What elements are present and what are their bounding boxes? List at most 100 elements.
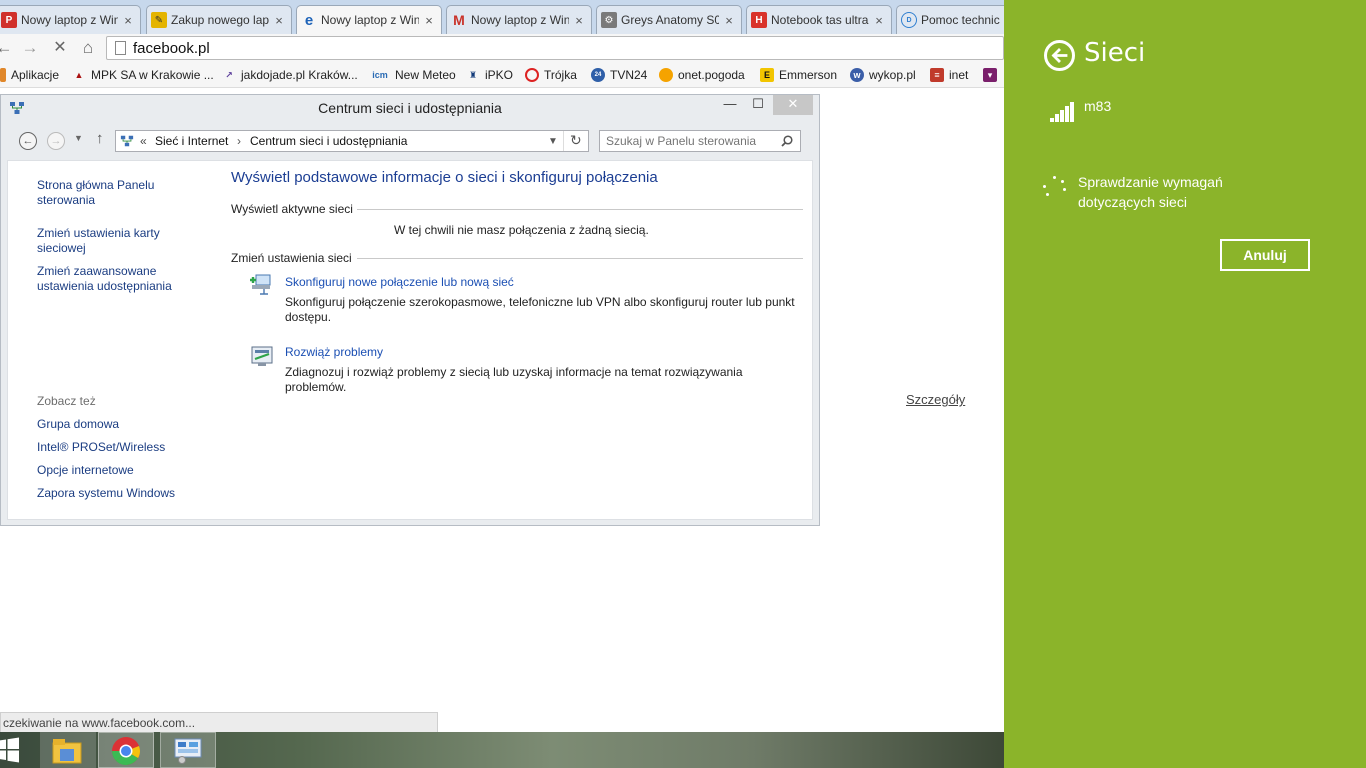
browser-tab[interactable]: H Notebook tas ultra × [746,5,892,34]
home-icon[interactable]: ⌂ [78,38,98,58]
minimize-button[interactable]: — [717,95,743,115]
details-link[interactable]: Szczegóły [906,392,965,407]
browser-tab[interactable]: P Nowy laptop z Win × [0,5,141,34]
see-also-internet-options[interactable]: Opcje internetowe [37,463,187,478]
back-circle-icon[interactable]: ← [19,132,37,150]
gmail-icon: M [453,12,465,28]
forward-arrow-icon[interactable]: → [20,38,40,58]
onet-icon [659,68,673,82]
active-networks-header: Wyświetl aktywne sieci [231,202,353,216]
tab-title: Nowy laptop z Win [21,13,118,27]
up-arrow-icon[interactable]: ↑ [96,130,104,147]
route-icon: ↗ [225,69,233,80]
taskbar-file-explorer[interactable] [40,732,96,768]
sidebar-link-adapter-settings[interactable]: Zmień ustawienia karty sieciowej [37,226,187,256]
dell-icon: D [901,12,917,28]
search-box[interactable] [599,130,801,152]
change-settings-header: Zmień ustawienia sieci [231,251,352,265]
bookmark-label: jakdojade.pl Kraków... [241,68,358,82]
start-button[interactable] [0,732,30,768]
tab-close-icon[interactable]: × [723,13,735,28]
path-dropdown-icon[interactable]: ▼ [548,136,558,147]
sidebar-link-advanced-sharing[interactable]: Zmień zaawansowane ustawienia udostępnia… [37,264,187,294]
see-also-homegroup[interactable]: Grupa domowa [37,417,187,432]
bookmark-wykop[interactable]: w wykop.pl [850,66,916,84]
bookmark-label: New Meteo [395,68,456,82]
tab-title: Zakup nowego lap [171,13,269,27]
see-also-windows-firewall[interactable]: Zapora systemu Windows [37,486,187,501]
bookmark-label: iPKO [485,68,514,82]
tab-close-icon[interactable]: × [423,13,435,28]
bookmark-mpk[interactable]: ▲ MPK SA w Krakowie ... [72,66,214,84]
troubleshoot-description: Zdiagnozuj i rozwiąż problemy z siecią l… [285,365,743,394]
start-icon [0,737,19,763]
back-arrow-icon [1051,48,1068,63]
page-icon [115,41,126,55]
status-bubble: czekiwanie na www.facebook.com... [0,712,438,733]
troubleshoot-icon [251,346,273,366]
taskbar [0,732,1004,768]
maximize-button[interactable]: ☐ [745,95,771,115]
section-divider [357,258,803,259]
browser-tab-active[interactable]: e Nowy laptop z Win × [296,5,442,34]
bookmark-onet[interactable]: onet.pogoda [659,66,745,84]
trojka-icon [525,68,539,82]
cancel-button[interactable]: Anuluj [1220,239,1310,271]
search-input[interactable] [606,132,776,150]
tab-title: Nowy laptop z Win [471,13,569,27]
tab-title: Nowy laptop z Win [321,13,419,27]
bookmark-tvn24[interactable]: 24 TVN24 [591,66,647,84]
tram-icon: ▲ [74,70,84,80]
bookmark-trojka[interactable]: Trójka [525,66,577,84]
browser-tab[interactable]: ⚙ Greys Anatomy S0 × [596,5,742,34]
setup-new-connection-link[interactable]: Skonfiguruj nowe połączenie lub nową sie… [285,275,514,289]
recent-dropdown-icon[interactable]: ▼ [74,133,83,143]
bookmark-apps[interactable]: Aplikacje [0,66,59,84]
back-arrow-icon[interactable]: ← [0,38,14,58]
bookmarks-bar: Aplikacje ▲ MPK SA w Krakowie ... ↗ jakd… [0,62,1004,88]
bookmark-label: TVN24 [610,68,648,82]
tab-close-icon[interactable]: × [573,13,585,28]
address-bar[interactable]: facebook.pl [106,36,1004,60]
bookmark-label: Trójka [544,68,577,82]
page-heading: Wyświetl podstawowe informacje o sieci i… [231,169,658,186]
wifi-signal-icon [1050,102,1076,122]
close-button[interactable]: ✕ [773,95,813,115]
bookmark-label: MPK SA w Krakowie ... [91,68,214,82]
breadcrumb-separator[interactable]: › [237,134,241,148]
control-panel-icon [174,738,202,764]
wykop-icon: w [850,68,864,82]
bookmark-icm[interactable]: icm New Meteo [370,66,456,84]
window-titlebar[interactable]: Centrum sieci i udostępniania — ☐ ✕ [1,95,819,122]
bookmark-extra[interactable]: ▾ [983,66,1002,84]
taskbar-control-panel[interactable] [160,732,216,768]
network-name[interactable]: m83 [1084,98,1111,114]
see-also-intel-proset[interactable]: Intel® PROSet/Wireless [37,440,187,455]
bookmark-inet[interactable]: ≡ inet [930,66,968,84]
stop-icon[interactable]: ✕ [50,38,70,58]
bookmark-jakdojade[interactable]: ↗ jakdojade.pl Kraków... [222,66,358,84]
refresh-icon[interactable]: ↻ [570,132,582,149]
emmerson-icon: E [760,68,774,82]
file-explorer-icon [52,739,82,764]
browser-tab[interactable]: ✎ Zakup nowego lap × [146,5,292,34]
taskbar-chrome[interactable] [98,732,154,768]
tab-close-icon[interactable]: × [873,13,885,28]
tab-close-icon[interactable]: × [122,13,134,28]
browser-tab[interactable]: M Nowy laptop z Win × [446,5,592,34]
tab-close-icon[interactable]: × [273,13,285,28]
forward-circle-icon[interactable]: → [47,132,65,150]
sidebar-link-control-panel-home[interactable]: Strona główna Panelu sterowania [37,178,187,208]
troubleshoot-link[interactable]: Rozwiąż problemy [285,345,383,359]
bookmark-emmerson[interactable]: E Emmerson [760,66,837,84]
content-pane: Strona główna Panelu sterowania Zmień us… [7,160,813,520]
breadcrumb-overflow[interactable]: « [140,134,147,148]
back-button[interactable] [1044,40,1075,71]
breadcrumb-item-network-center[interactable]: Centrum sieci i udostępniania [250,134,407,148]
browser-tab[interactable]: D Pomoc technic [896,5,1004,34]
browser-toolbar: ← → ✕ ⌂ facebook.pl [0,34,1004,62]
breadcrumb[interactable]: « Sieć i Internet › Centrum sieci i udos… [115,130,589,152]
breadcrumb-item-network-internet[interactable]: Sieć i Internet [155,134,228,148]
divider [563,131,564,151]
bookmark-ipko[interactable]: ♜ iPKO [466,66,513,84]
